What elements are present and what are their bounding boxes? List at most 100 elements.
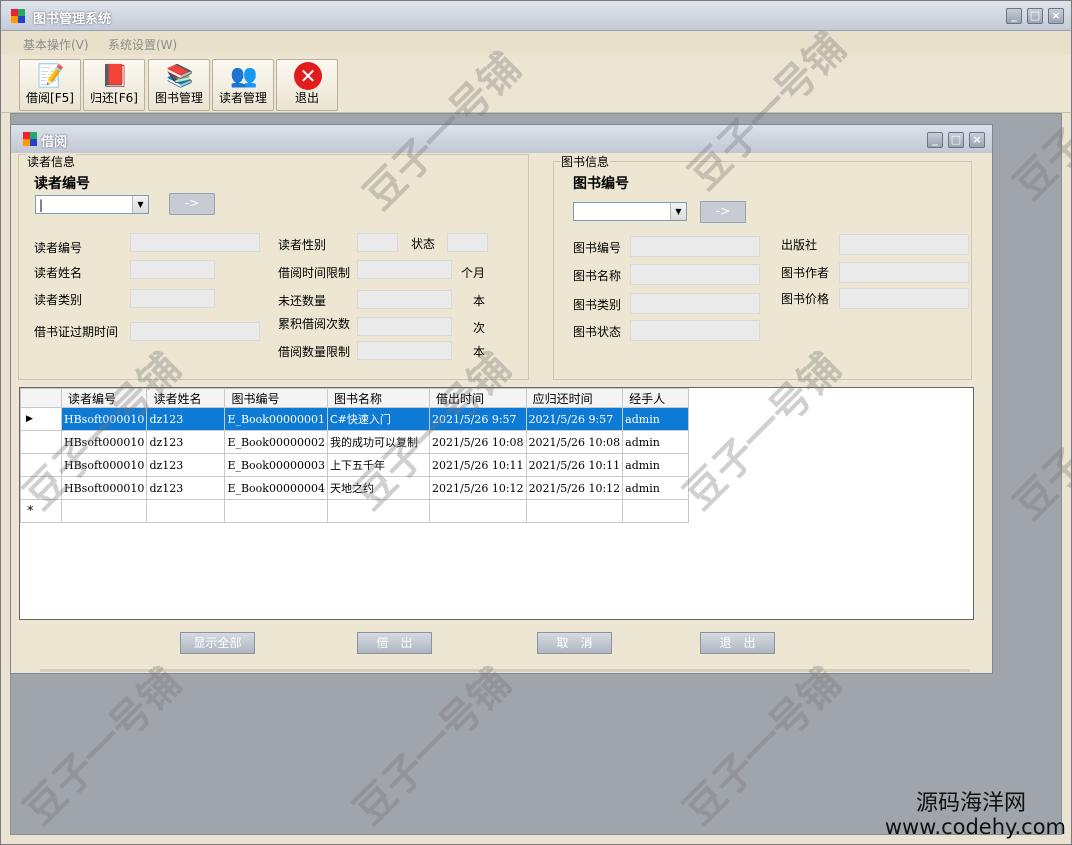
cell-book-id[interactable]: E_Book00000002 bbox=[224, 430, 328, 454]
chevron-down-icon[interactable]: ▼ bbox=[670, 203, 686, 220]
table-row[interactable]: HBsoft000010 dz123 E_Book00000002 我的成功可以… bbox=[20, 430, 690, 454]
empty-cell[interactable] bbox=[60, 499, 148, 523]
reader-gender-field[interactable] bbox=[357, 233, 398, 252]
table-row[interactable]: ▶ HBsoft000010 dz123 E_Book00000001 C#快速… bbox=[20, 407, 690, 431]
column-header[interactable]: 图书名称 bbox=[326, 388, 430, 408]
total-times-label: 累积借阅次数 bbox=[278, 317, 351, 331]
reader-type-field[interactable] bbox=[130, 289, 215, 308]
cell-book-name[interactable]: 我的成功可以复制 bbox=[326, 430, 430, 454]
reader-status-label: 状态 bbox=[411, 237, 436, 251]
close-icon[interactable]: × bbox=[969, 132, 985, 148]
row-selector[interactable] bbox=[20, 430, 62, 454]
cell-reader-name[interactable]: dz123 bbox=[146, 476, 226, 500]
row-selector-icon[interactable]: ▶ bbox=[20, 407, 62, 431]
maximize-icon[interactable]: □ bbox=[948, 132, 964, 148]
cell-operator[interactable]: admin bbox=[622, 430, 690, 454]
reader-id-combo[interactable]: | ▼ bbox=[35, 195, 149, 214]
cell-reader-name[interactable]: dz123 bbox=[146, 407, 226, 431]
column-header[interactable]: 应归还时间 bbox=[525, 388, 624, 408]
cell-reader-name[interactable]: dz123 bbox=[146, 430, 226, 454]
table-row[interactable]: HBsoft000010 dz123 E_Book00000004 天地之约 2… bbox=[20, 476, 690, 500]
book-manage-toolbar-button[interactable]: 📚 图书管理 bbox=[148, 59, 210, 111]
column-header[interactable]: 经手人 bbox=[622, 388, 690, 408]
reader-id-field[interactable] bbox=[130, 233, 260, 252]
empty-cell[interactable] bbox=[326, 499, 430, 523]
book-status-field[interactable] bbox=[630, 320, 760, 341]
unreturned-field[interactable] bbox=[357, 290, 452, 309]
maximize-icon[interactable]: □ bbox=[1027, 8, 1043, 24]
cancel-button[interactable]: 取 消 bbox=[537, 632, 612, 654]
minimize-icon[interactable]: _ bbox=[1006, 8, 1022, 24]
cell-book-name[interactable]: C#快速入门 bbox=[326, 407, 430, 431]
cell-due-time[interactable]: 2021/5/26 9:57 bbox=[525, 407, 624, 431]
cell-lend-time[interactable]: 2021/5/26 10:11 bbox=[428, 453, 527, 477]
cell-operator[interactable]: admin bbox=[622, 453, 690, 477]
return-toolbar-button[interactable]: 📕 归还[F6] bbox=[83, 59, 145, 111]
book-name-field[interactable] bbox=[630, 264, 760, 285]
price-label: 图书价格 bbox=[781, 292, 830, 306]
book-type-field[interactable] bbox=[630, 293, 760, 314]
cell-book-name[interactable]: 天地之约 bbox=[326, 476, 430, 500]
cell-reader-id[interactable]: HBsoft000010 bbox=[60, 430, 148, 454]
menu-system-settings[interactable]: 系统设置(W) bbox=[108, 36, 177, 53]
new-row[interactable]: * bbox=[20, 499, 690, 523]
close-icon[interactable]: × bbox=[1048, 8, 1064, 24]
cell-book-id[interactable]: E_Book00000004 bbox=[224, 476, 328, 500]
lend-button[interactable]: 借 出 bbox=[357, 632, 432, 654]
app-icon bbox=[11, 9, 25, 23]
reader-name-field[interactable] bbox=[130, 260, 215, 279]
row-selector[interactable] bbox=[20, 453, 62, 477]
reader-search-button[interactable]: -> bbox=[169, 193, 215, 215]
empty-cell[interactable] bbox=[146, 499, 226, 523]
column-header[interactable]: 借出时间 bbox=[428, 388, 527, 408]
empty-cell[interactable] bbox=[525, 499, 624, 523]
row-selector[interactable] bbox=[20, 476, 62, 500]
qty-limit-field[interactable] bbox=[357, 341, 452, 360]
reader-manage-toolbar-button[interactable]: 👥 读者管理 bbox=[212, 59, 274, 111]
exit-toolbar-button[interactable]: ✕ 退出 bbox=[276, 59, 338, 111]
cell-book-id[interactable]: E_Book00000003 bbox=[224, 453, 328, 477]
time-limit-field[interactable] bbox=[357, 260, 452, 279]
cell-book-name[interactable]: 上下五千年 bbox=[326, 453, 430, 477]
book-id-combo[interactable]: ▼ bbox=[573, 202, 687, 221]
table-row[interactable]: HBsoft000010 dz123 E_Book00000003 上下五千年 … bbox=[20, 453, 690, 477]
empty-cell[interactable] bbox=[224, 499, 328, 523]
publisher-field[interactable] bbox=[839, 234, 969, 255]
chevron-down-icon[interactable]: ▼ bbox=[132, 196, 148, 213]
price-field[interactable] bbox=[839, 288, 969, 309]
empty-cell[interactable] bbox=[622, 499, 690, 523]
cell-operator[interactable]: admin bbox=[622, 476, 690, 500]
total-times-field[interactable] bbox=[357, 317, 452, 336]
cell-book-id[interactable]: E_Book00000001 bbox=[224, 407, 328, 431]
cell-reader-id[interactable]: HBsoft000010 bbox=[60, 476, 148, 500]
cell-lend-time[interactable]: 2021/5/26 9:57 bbox=[428, 407, 527, 431]
book-search-button[interactable]: -> bbox=[700, 201, 746, 223]
cell-reader-id[interactable]: HBsoft000010 bbox=[60, 407, 148, 431]
cell-due-time[interactable]: 2021/5/26 10:12 bbox=[525, 476, 624, 500]
book-id-search-label: 图书编号 bbox=[573, 176, 629, 192]
reader-status-field[interactable] bbox=[447, 233, 488, 252]
cell-reader-id[interactable]: HBsoft000010 bbox=[60, 453, 148, 477]
exit-button[interactable]: 退 出 bbox=[700, 632, 775, 654]
card-expire-field[interactable] bbox=[130, 322, 260, 341]
cell-lend-time[interactable]: 2021/5/26 10:12 bbox=[428, 476, 527, 500]
lend-toolbar-button[interactable]: 📝 借阅[F5] bbox=[19, 59, 81, 111]
book-id-field[interactable] bbox=[630, 236, 760, 257]
minimize-icon[interactable]: _ bbox=[927, 132, 943, 148]
cell-lend-time[interactable]: 2021/5/26 10:08 bbox=[428, 430, 527, 454]
menu-basic-ops[interactable]: 基本操作(V) bbox=[23, 36, 89, 53]
cell-reader-name[interactable]: dz123 bbox=[146, 453, 226, 477]
empty-cell[interactable] bbox=[428, 499, 527, 523]
cell-operator[interactable]: admin bbox=[622, 407, 690, 431]
show-all-button[interactable]: 显示全部 bbox=[180, 632, 255, 654]
reader-gender-label: 读者性别 bbox=[278, 238, 327, 252]
column-header[interactable]: 图书编号 bbox=[224, 388, 328, 408]
cell-due-time[interactable]: 2021/5/26 10:11 bbox=[525, 453, 624, 477]
new-row-marker[interactable]: * bbox=[20, 499, 62, 523]
column-header[interactable]: 读者编号 bbox=[60, 388, 148, 408]
author-field[interactable] bbox=[839, 262, 969, 283]
toolbar-label: 图书管理 bbox=[154, 91, 203, 105]
cell-due-time[interactable]: 2021/5/26 10:08 bbox=[525, 430, 624, 454]
column-header[interactable]: 读者姓名 bbox=[146, 388, 226, 408]
borrow-records-grid[interactable]: 读者编号 读者姓名 图书编号 图书名称 借出时间 应归还时间 经手人 ▶ HBs… bbox=[19, 387, 974, 620]
